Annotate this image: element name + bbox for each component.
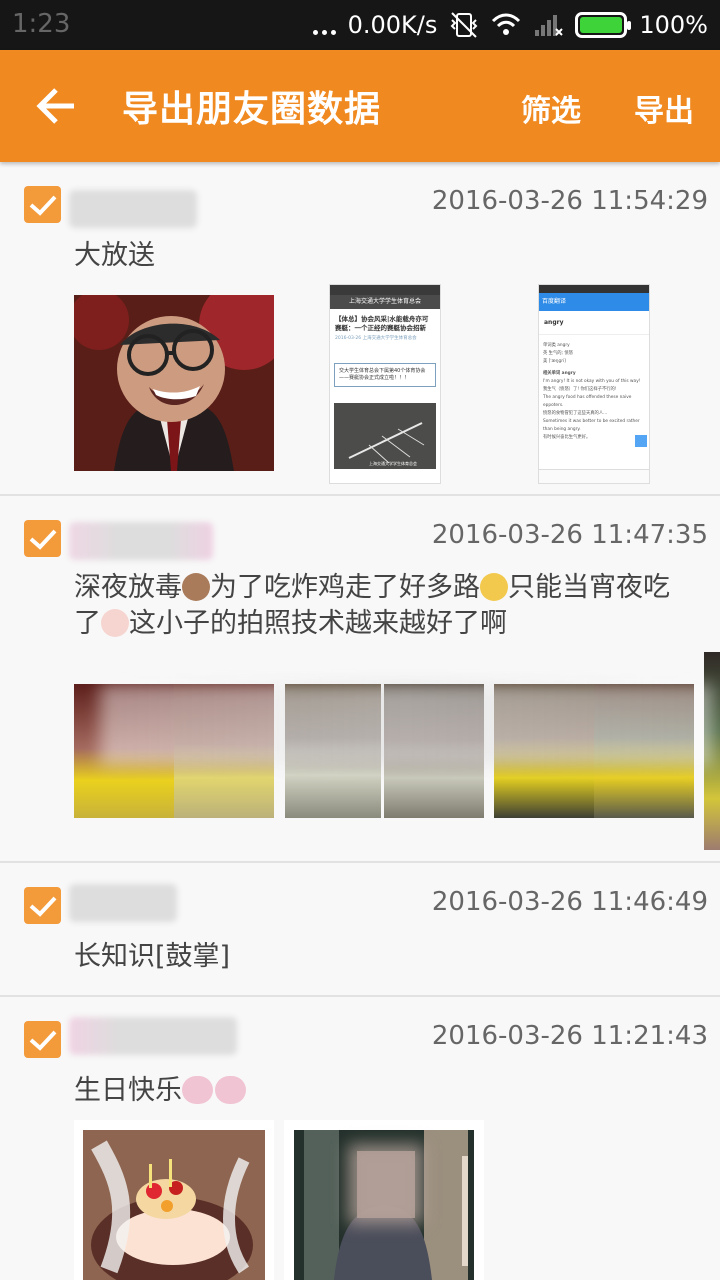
- cake-photo[interactable]: [74, 1120, 274, 1280]
- post-checkbox[interactable]: [24, 186, 61, 223]
- article-quote: 交大学生体育总会下属第40个体育协会——赛艇协会正式成立啦！！！: [334, 363, 436, 387]
- post-text: 生日快乐: [74, 1073, 704, 1109]
- check-icon: [29, 529, 57, 550]
- article-title-line1: 【体总】协会风采|水能载舟亦可: [335, 315, 429, 323]
- post-item: 2016-03-26 11:54:29 大放送 上海交通大学学生体育总会 【体总…: [0, 162, 720, 496]
- post-text-segment: 这小子的拍照技术越来越好了啊: [129, 608, 507, 639]
- dictionary-header: 百度翻译: [539, 293, 649, 311]
- post-text-segment: 生日快乐: [74, 1075, 182, 1106]
- pig-emoji-icon: [101, 609, 129, 637]
- post-item: 2016-03-26 11:47:35 深夜放毒 为了吃炸鸡走了好多路 只能当宵夜吃…: [0, 496, 720, 863]
- page-title: 导出朋友圈数据: [122, 89, 382, 130]
- battery-icon: [575, 12, 632, 38]
- author-name-blurred: [69, 522, 213, 560]
- dictionary-line: 我生气（愤怒）了! 你们这样子不行的!: [543, 387, 617, 392]
- dictionary-line: The angry food has offended these naive …: [543, 395, 632, 408]
- dictionary-line: 有时候兴奋比生气更好。: [543, 435, 591, 440]
- article-screenshot[interactable]: 上海交通大学学生体育总会 【体总】协会风采|水能载舟亦可 赛艇：一个正经的赛艇协…: [329, 284, 441, 484]
- app: { "status_bar": { "time": "1:23", "speed…: [0, 0, 720, 1280]
- wifi-icon: [492, 13, 521, 35]
- post-timestamp: 2016-03-26 11:21:43: [431, 1021, 708, 1051]
- lips-emoji-icon: [215, 1076, 246, 1104]
- dictionary-line: 英 生气的; 愤怒: [543, 351, 573, 356]
- lips-emoji-icon: [182, 1076, 213, 1104]
- more-dots-icon: [312, 15, 336, 35]
- author-name-blurred: [69, 190, 197, 228]
- post-timestamp: 2016-03-26 11:46:49: [431, 887, 708, 917]
- post-item: 2016-03-26 11:21:43 生日快乐: [0, 997, 720, 1280]
- post-text-segment: 为了吃炸鸡走了好多路: [210, 572, 480, 603]
- signal-icon: [535, 15, 564, 36]
- status-bar: 1:23 0.00K/s 100%: [0, 0, 720, 50]
- post-text: 深夜放毒 为了吃炸鸡走了好多路 只能当宵夜吃 了这小子的拍照技术越来越好了啊: [74, 570, 704, 642]
- monkey-emoji-icon: [182, 573, 210, 601]
- app-bar: 导出朋友圈数据 筛选 导出: [0, 50, 720, 162]
- post-timestamp: 2016-03-26 11:47:35: [431, 520, 708, 550]
- check-icon: [29, 896, 57, 917]
- author-name-blurred: [69, 884, 177, 922]
- filter-button[interactable]: 筛选: [521, 86, 581, 130]
- post-item: 2016-03-26 11:46:49 长知识[鼓掌]: [0, 863, 720, 997]
- dictionary-line: 单词类 angry: [543, 343, 570, 348]
- post-checkbox[interactable]: [24, 887, 61, 924]
- person-photo[interactable]: [284, 1120, 484, 1280]
- status-icons: 0.00K/s 100%: [312, 8, 708, 42]
- post-timestamp: 2016-03-26 11:54:29: [431, 186, 708, 216]
- article-title-line2: 赛艇：一个正经的赛艇协会招新: [335, 324, 426, 332]
- dictionary-word: angry: [539, 311, 649, 335]
- post-text-segment: 深夜放毒: [74, 572, 182, 603]
- author-name-blurred: [69, 1017, 237, 1055]
- battery-percent: 100%: [639, 11, 708, 39]
- face-blur-overlay: [348, 1144, 424, 1224]
- dictionary-line: 美 [ˈæŋɡri]: [543, 359, 566, 364]
- post-text-segment: 只能当宵夜吃: [508, 572, 670, 603]
- dictionary-line: 相关单词 angry: [543, 371, 576, 376]
- article-caption: 上海交通大学学生体育总会: [369, 461, 417, 466]
- post-text-segment: 了: [74, 608, 101, 639]
- dictionary-screenshot[interactable]: 百度翻译 angry 单词类 angry 英 生气的; 愤怒 美 [ˈæŋɡri…: [538, 284, 650, 484]
- dictionary-line: I'm angry! It is not okay with you of th…: [543, 379, 641, 384]
- back-arrow-icon[interactable]: [30, 80, 82, 132]
- network-speed: 0.00K/s: [347, 11, 438, 39]
- vibrate-icon: [450, 12, 478, 38]
- export-button[interactable]: 导出: [634, 86, 694, 130]
- face-blur-overlay: [100, 684, 712, 766]
- post-text: 大放送: [74, 240, 155, 271]
- article-screenshot-header: 上海交通大学学生体育总会: [330, 295, 440, 309]
- post-checkbox[interactable]: [24, 1021, 61, 1058]
- post-text: 长知识[鼓掌]: [74, 941, 231, 972]
- article-date: 2016-03-26 上海交通大学学生体育总会: [335, 336, 417, 341]
- dictionary-line: Sometimes it was better to be excited ra…: [543, 419, 640, 432]
- post-checkbox[interactable]: [24, 520, 61, 557]
- check-icon: [29, 1030, 57, 1051]
- dictionary-line: 愤怒的食物冒犯了这些天真的人...: [543, 411, 608, 416]
- photo-portrait[interactable]: [74, 295, 274, 471]
- grinning-emoji-icon: [480, 573, 508, 601]
- check-icon: [29, 195, 57, 216]
